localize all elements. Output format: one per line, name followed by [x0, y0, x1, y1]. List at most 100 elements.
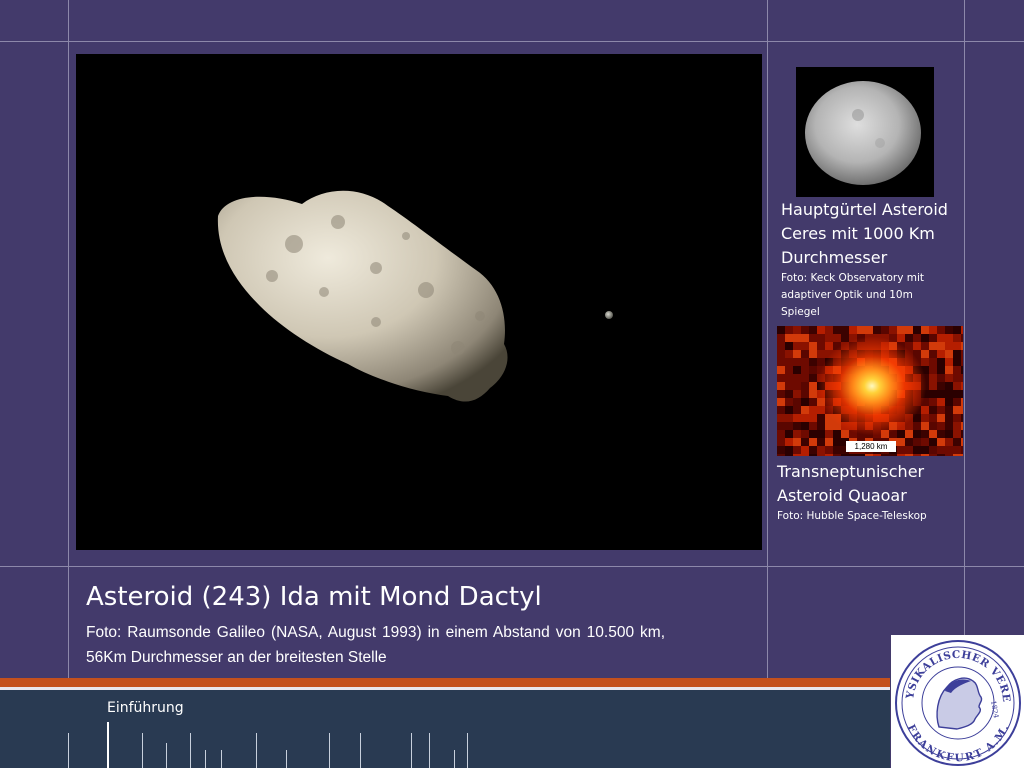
noise-pixel [961, 406, 963, 414]
noise-pixel [945, 358, 953, 366]
noise-pixel [881, 454, 889, 456]
noise-pixel [817, 446, 825, 454]
noise-pixel [961, 414, 963, 422]
noise-pixel [777, 350, 785, 358]
noise-pixel [953, 358, 961, 366]
accent-stripe [0, 678, 890, 687]
noise-pixel [953, 414, 961, 422]
noise-pixel [809, 326, 817, 334]
noise-pixel [785, 422, 793, 430]
noise-pixel [793, 342, 801, 350]
quaoar-object [817, 336, 927, 436]
noise-pixel [793, 366, 801, 374]
photo-description: Foto: Raumsonde Galileo (NASA, August 19… [86, 624, 665, 666]
noise-pixel [817, 454, 825, 456]
noise-pixel [801, 390, 809, 398]
noise-pixel [825, 454, 833, 456]
noise-pixel [913, 326, 921, 334]
noise-pixel [953, 454, 961, 456]
noise-pixel [801, 358, 809, 366]
timeline-tick [205, 750, 206, 768]
noise-pixel [905, 326, 913, 334]
noise-pixel [777, 430, 785, 438]
noise-pixel [801, 430, 809, 438]
noise-pixel [897, 446, 905, 454]
noise-pixel [889, 326, 897, 334]
noise-pixel [825, 446, 833, 454]
ceres-credit: Foto: Keck Observatory mit adaptiver Opt… [781, 272, 925, 318]
timeline-tick [166, 743, 167, 768]
noise-pixel [785, 438, 793, 446]
noise-pixel [793, 414, 801, 422]
noise-pixel [873, 326, 881, 334]
noise-pixel [961, 350, 963, 358]
noise-pixel [809, 374, 817, 382]
noise-pixel [825, 438, 833, 446]
ida-dactyl-photo [76, 54, 762, 550]
grid-line [0, 566, 1024, 567]
noise-pixel [841, 454, 849, 456]
noise-pixel [937, 350, 945, 358]
noise-pixel [793, 454, 801, 456]
ida-asteroid [217, 190, 508, 402]
noise-pixel [777, 406, 785, 414]
noise-pixel [889, 454, 897, 456]
noise-pixel [777, 398, 785, 406]
noise-pixel [785, 342, 793, 350]
noise-pixel [793, 382, 801, 390]
noise-pixel [929, 446, 937, 454]
noise-pixel [881, 326, 889, 334]
noise-pixel [937, 422, 945, 430]
noise-pixel [921, 438, 929, 446]
noise-pixel [793, 446, 801, 454]
timeline-tick [411, 733, 412, 768]
noise-pixel [929, 398, 937, 406]
noise-pixel [777, 374, 785, 382]
noise-pixel [865, 326, 873, 334]
noise-pixel [929, 438, 937, 446]
noise-pixel [801, 350, 809, 358]
noise-pixel [785, 350, 793, 358]
noise-pixel [809, 446, 817, 454]
noise-pixel [937, 406, 945, 414]
noise-pixel [785, 334, 793, 342]
timeline-tick [190, 733, 191, 768]
noise-pixel [937, 334, 945, 342]
noise-pixel [801, 382, 809, 390]
ceres-caption: Hauptgürtel Asteroid Ceres mit 1000 Km D… [781, 200, 948, 267]
noise-pixel [809, 422, 817, 430]
noise-pixel [929, 382, 937, 390]
noise-pixel [809, 406, 817, 414]
noise-pixel [937, 366, 945, 374]
noise-pixel [945, 430, 953, 438]
noise-pixel [793, 334, 801, 342]
noise-pixel [961, 422, 963, 430]
noise-pixel [817, 326, 825, 334]
noise-pixel [929, 414, 937, 422]
noise-pixel [809, 342, 817, 350]
noise-pixel [809, 438, 817, 446]
noise-pixel [801, 422, 809, 430]
noise-pixel [905, 446, 913, 454]
timeline-tick [467, 733, 468, 768]
logo-seal: PHYSIKALISCHER VEREIN FRANKFURT A.M. 182… [891, 635, 1021, 766]
grid-line [0, 41, 1024, 42]
noise-pixel [793, 326, 801, 334]
noise-pixel [777, 334, 785, 342]
timeline-tick [329, 733, 330, 768]
noise-pixel [777, 382, 785, 390]
noise-pixel [785, 374, 793, 382]
noise-pixel [785, 454, 793, 456]
noise-pixel [953, 438, 961, 446]
noise-pixel [961, 358, 963, 366]
noise-pixel [953, 334, 961, 342]
noise-pixel [777, 422, 785, 430]
timeline-tick [454, 750, 455, 768]
noise-pixel [777, 390, 785, 398]
noise-pixel [929, 342, 937, 350]
noise-pixel [785, 382, 793, 390]
noise-pixel [793, 358, 801, 366]
noise-pixel [801, 446, 809, 454]
grid-line [767, 0, 768, 678]
noise-pixel [809, 350, 817, 358]
